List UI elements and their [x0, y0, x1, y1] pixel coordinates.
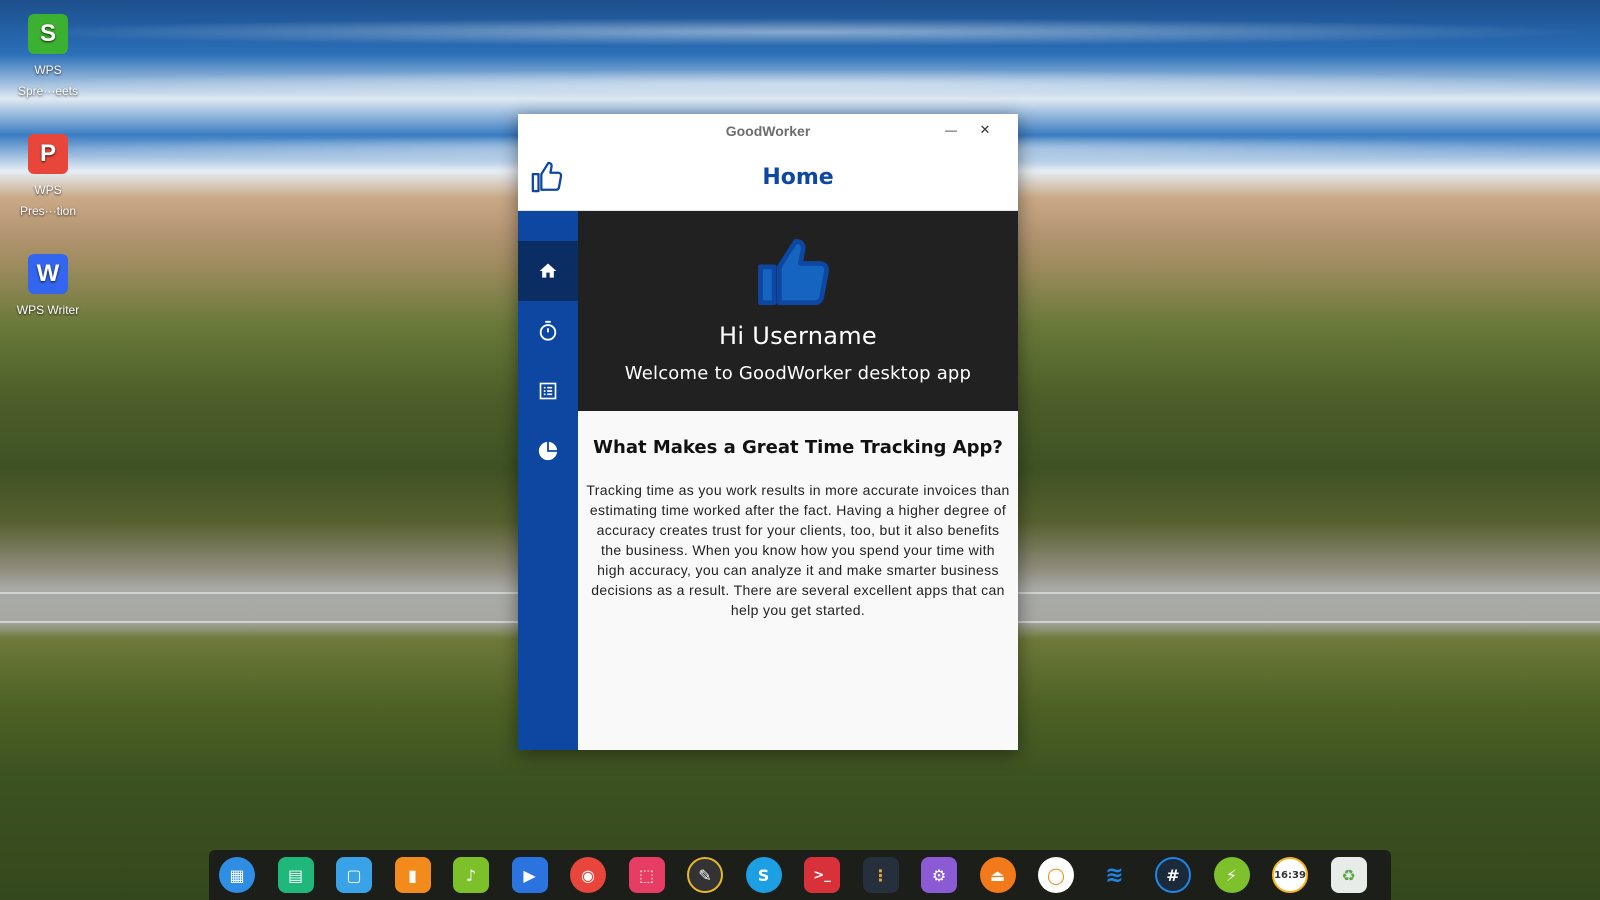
welcome-banner: Hi Username Welcome to GoodWorker deskto…: [578, 211, 1018, 411]
thumbs-up-logo-icon: [531, 161, 563, 193]
clock-text: 16:39: [1274, 869, 1306, 881]
clock-icon[interactable]: 16:39: [1272, 857, 1308, 893]
section-title: What Makes a Great Time Tracking App?: [593, 437, 1003, 458]
minimize-icon: —: [945, 123, 957, 137]
nav-item-list[interactable]: [518, 361, 578, 421]
nav-item-timer[interactable]: [518, 301, 578, 361]
file-manager-icon[interactable]: ▢: [336, 857, 372, 893]
greeting-text: Hi Username: [719, 322, 877, 350]
search-ring-icon[interactable]: ◯: [1038, 857, 1074, 893]
stopwatch-icon: [539, 320, 557, 341]
desktop-icon-wps-presentation[interactable]: P WPS Pres···tion: [12, 134, 84, 222]
video-player-icon[interactable]: ▶: [511, 857, 548, 893]
app-header: Home: [518, 146, 1018, 211]
home-icon: [539, 263, 557, 278]
desktop-icon-label: WPS Writer: [16, 303, 80, 317]
eject-icon[interactable]: ⏏: [979, 857, 1016, 893]
wallpaper-wave: [0, 70, 1600, 98]
window-titlebar[interactable]: GoodWorker — ✕: [518, 114, 1018, 146]
terminal-icon[interactable]: >_: [804, 857, 840, 893]
spreadsheet-icon[interactable]: ▤: [277, 857, 314, 893]
control-center-icon[interactable]: #: [1155, 857, 1191, 893]
desktop-icon-wps-writer[interactable]: W WPS Writer: [12, 254, 84, 321]
settings-icon[interactable]: ⚙: [921, 857, 957, 893]
section-body: Tracking time as you work results in mor…: [586, 482, 1010, 618]
chrome-icon[interactable]: ◉: [570, 857, 606, 893]
wallpaper-wave: [0, 18, 1600, 46]
goodworker-window: GoodWorker — ✕ Home Hi Username Welcome …: [518, 114, 1018, 750]
screenshot-icon[interactable]: ⬚: [628, 857, 665, 893]
desktop-icon-wps-spreadsheets[interactable]: S WPS Spre···eets: [12, 14, 84, 102]
wps-spreadsheets-icon: S: [28, 14, 68, 54]
minimize-button[interactable]: —: [939, 118, 963, 142]
code-editor-icon[interactable]: ⋮: [862, 857, 899, 893]
wps-writer-icon: W: [28, 254, 68, 294]
list-icon: [539, 382, 557, 400]
main-content: What Makes a Great Time Tracking App? Tr…: [578, 411, 1018, 750]
sidebar-nav: [518, 211, 578, 750]
wps-presentation-icon: P: [28, 134, 68, 174]
launcher-icon[interactable]: ▦: [219, 857, 255, 893]
dock: ▦ ▤ ▢ ▮ ♪ ▶ ◉ ⬚ ✎ S >_ ⋮ ⚙ ⏏ ◯ ≋ # ⚡ 16:…: [209, 850, 1391, 900]
color-picker-icon[interactable]: ✎: [687, 857, 723, 893]
app-store-icon[interactable]: ▮: [394, 857, 431, 893]
pie-chart-icon: [538, 441, 558, 461]
wifi-icon[interactable]: ≋: [1097, 857, 1133, 893]
trash-icon[interactable]: ♻: [1330, 857, 1367, 893]
nav-item-home[interactable]: [518, 241, 578, 301]
close-icon: ✕: [979, 122, 991, 137]
thumbs-up-icon: [758, 238, 829, 306]
power-icon[interactable]: ⚡: [1213, 857, 1250, 893]
nav-item-reports[interactable]: [518, 421, 578, 481]
music-icon[interactable]: ♪: [453, 857, 489, 893]
close-button[interactable]: ✕: [973, 118, 997, 142]
desktop-icon-label: WPS Pres···tion: [19, 183, 76, 218]
desktop-icon-label: WPS Spre···eets: [17, 63, 79, 98]
skype-icon[interactable]: S: [745, 857, 782, 893]
page-title: Home: [762, 165, 834, 190]
welcome-text: Welcome to GoodWorker desktop app: [624, 363, 972, 384]
